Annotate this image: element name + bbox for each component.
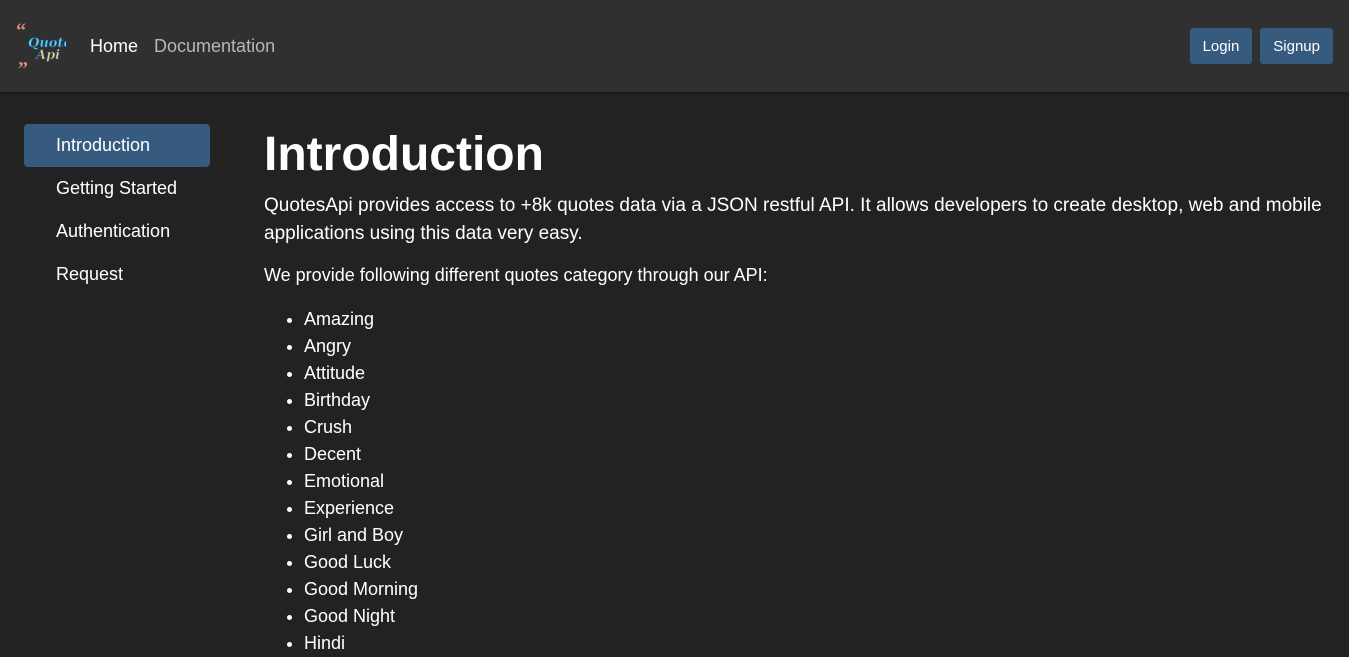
list-item: Emotional — [304, 468, 1324, 495]
nav-links: Home Documentation — [90, 34, 275, 58]
nav-documentation-link[interactable]: Documentation — [154, 34, 275, 58]
auth-buttons: Login Signup — [1189, 28, 1333, 64]
page-title: Introduction — [264, 128, 544, 181]
sidebar-item-authentication[interactable]: Authentication — [24, 210, 210, 253]
sidebar-item-request[interactable]: Request — [24, 253, 210, 296]
list-item: Angry — [304, 333, 1324, 360]
svg-text:”: ” — [18, 58, 28, 69]
category-intro-text: We provide following different quotes ca… — [264, 265, 768, 285]
list-item: Good Luck — [304, 549, 1324, 576]
list-item: Good Night — [304, 603, 1324, 630]
sidebar-item-introduction[interactable]: Introduction — [24, 124, 210, 167]
list-item: Crush — [304, 414, 1324, 441]
list-item: Girl and Boy — [304, 522, 1324, 549]
list-item: Attitude — [304, 360, 1324, 387]
list-item: Experience — [304, 495, 1324, 522]
signup-button[interactable]: Signup — [1260, 28, 1333, 64]
login-button[interactable]: Login — [1189, 28, 1253, 64]
list-item: Birthday — [304, 387, 1324, 414]
list-item: Amazing — [304, 306, 1324, 333]
list-item: Hindi — [304, 630, 1324, 657]
intro-paragraph: QuotesApi provides access to +8k quotes … — [264, 195, 1322, 244]
top-navbar: “ Quotes Api ” Home Documentation Login … — [0, 0, 1349, 92]
docs-sidebar: Introduction Getting Started Authenticat… — [24, 124, 210, 296]
quotes-logo-icon[interactable]: “ Quotes Api ” — [16, 20, 80, 80]
sidebar-item-getting-started[interactable]: Getting Started — [24, 167, 210, 210]
svg-text:Api: Api — [34, 48, 60, 63]
list-item: Good Morning — [304, 576, 1324, 603]
list-item: Decent — [304, 441, 1324, 468]
main-content: Introduction QuotesApi provides access t… — [264, 124, 1324, 657]
category-list: Amazing Angry Attitude Birthday Crush De… — [264, 306, 1324, 657]
svg-text:“: “ — [16, 23, 26, 42]
nav-home-link[interactable]: Home — [90, 34, 138, 58]
